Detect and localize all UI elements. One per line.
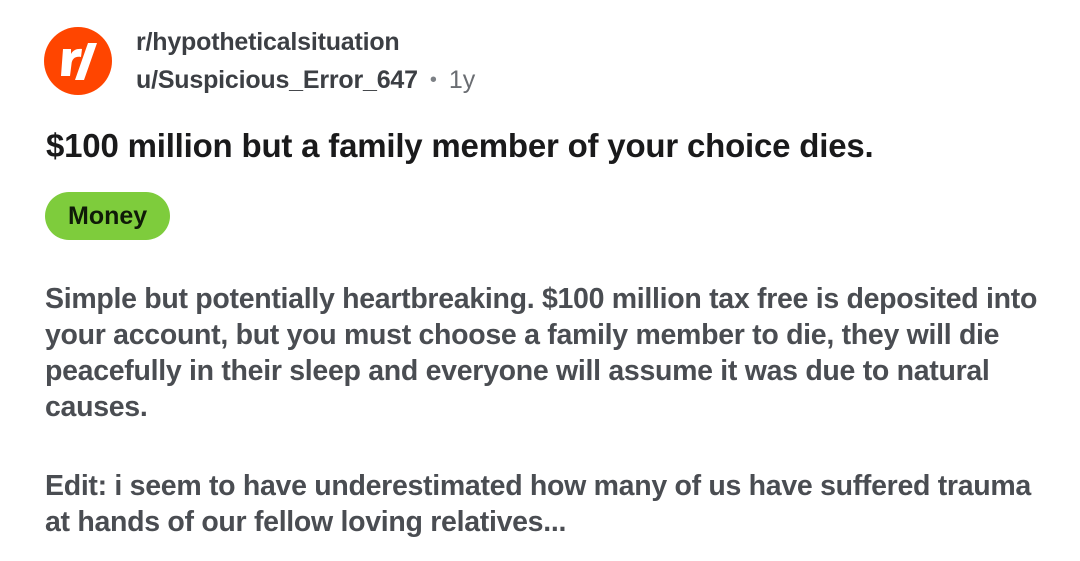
post-header: r/hypotheticalsituation u/Suspicious_Err… — [44, 26, 475, 96]
subreddit-name[interactable]: r/hypotheticalsituation — [136, 26, 475, 58]
post-flair[interactable]: Money — [45, 192, 171, 240]
post-card: r/hypotheticalsituation u/Suspicious_Err… — [0, 0, 1080, 561]
reddit-r-slash-icon — [61, 43, 97, 80]
post-age: 1y — [448, 66, 476, 94]
meta-separator: • — [429, 69, 437, 91]
byline: u/Suspicious_Error_647 • 1y — [136, 64, 475, 96]
post-edit-note: Edit: i seem to have underestimated how … — [45, 470, 1031, 538]
author-username[interactable]: u/Suspicious_Error_647 — [136, 64, 418, 96]
subreddit-avatar-icon[interactable] — [44, 27, 112, 95]
post-meta: r/hypotheticalsituation u/Suspicious_Err… — [136, 26, 475, 96]
post-title[interactable]: $100 million but a family member of your… — [46, 124, 874, 168]
post-body: Simple but potentially heartbreaking. $1… — [45, 283, 1038, 423]
